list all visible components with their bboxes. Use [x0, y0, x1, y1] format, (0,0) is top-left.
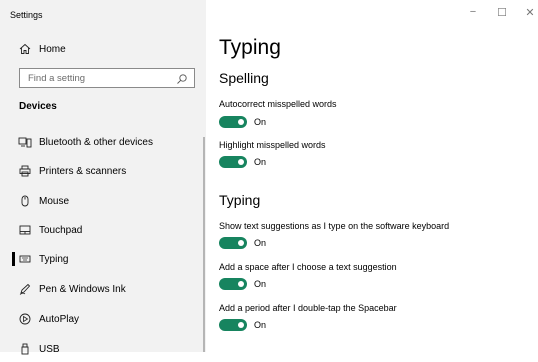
sidebar-scrollbar[interactable] — [203, 137, 205, 352]
add-period-label: Add a period after I double-tap the Spac… — [219, 303, 397, 313]
sidebar: Settings Home Find a setting Devices Blu… — [0, 0, 206, 355]
add-space-label: Add a space after I choose a text sugges… — [219, 262, 397, 272]
home-icon — [18, 42, 32, 56]
text-suggestions-label: Show text suggestions as I type on the s… — [219, 221, 450, 231]
autoplay-icon — [18, 312, 32, 326]
search-placeholder: Find a setting — [28, 72, 86, 84]
search-icon — [176, 72, 188, 84]
keyboard-icon — [18, 252, 32, 266]
highlight-state: On — [254, 157, 267, 167]
highlight-toggle[interactable] — [219, 156, 247, 168]
sidebar-item-typing[interactable]: Typing — [0, 246, 206, 272]
sidebar-item-label: Bluetooth & other devices — [39, 136, 153, 148]
pen-icon — [18, 282, 32, 296]
add-space-toggle[interactable] — [219, 278, 247, 290]
toggle-knob — [238, 119, 244, 125]
add-period-toggle[interactable] — [219, 319, 247, 331]
highlight-label: Highlight misspelled words — [219, 140, 326, 150]
sidebar-item-label: AutoPlay — [39, 313, 80, 325]
sidebar-item-touchpad[interactable]: Touchpad — [0, 217, 206, 243]
page-title: Typing — [219, 36, 281, 59]
text-suggestions-state: On — [254, 238, 267, 248]
sidebar-item-label: Typing — [39, 253, 69, 265]
printer-icon — [18, 164, 32, 178]
sidebar-item-printers[interactable]: Printers & scanners — [0, 158, 206, 184]
spelling-heading: Spelling — [219, 70, 269, 86]
text-suggestions-toggle[interactable] — [219, 237, 247, 249]
add-period-state: On — [254, 320, 267, 330]
toggle-knob — [238, 159, 244, 165]
sidebar-item-label: Printers & scanners — [39, 165, 127, 177]
bluetooth-devices-icon — [18, 135, 32, 149]
sidebar-item-pen[interactable]: Pen & Windows Ink — [0, 276, 206, 302]
sidebar-item-label: Pen & Windows Ink — [39, 283, 126, 295]
autocorrect-label: Autocorrect misspelled words — [219, 99, 337, 109]
typing-heading: Typing — [219, 192, 261, 208]
mouse-icon — [18, 194, 32, 208]
toggle-knob — [238, 322, 244, 328]
sidebar-item-label: Home — [39, 43, 66, 55]
app-title: Settings — [10, 10, 43, 20]
add-space-state: On — [254, 279, 267, 289]
sidebar-item-mouse[interactable]: Mouse — [0, 188, 206, 214]
sidebar-item-label: Touchpad — [39, 224, 83, 236]
minimize-button[interactable]: − — [466, 6, 480, 18]
touchpad-icon — [18, 223, 32, 237]
sidebar-item-label: Mouse — [39, 195, 70, 207]
maximize-button[interactable]: ☐ — [495, 6, 509, 19]
autocorrect-toggle[interactable] — [219, 116, 247, 128]
sidebar-item-home[interactable]: Home — [0, 36, 206, 62]
toggle-knob — [238, 281, 244, 287]
usb-icon — [18, 342, 32, 356]
sidebar-item-label: USB — [39, 343, 60, 355]
main-content: − ☐ ✕ Typing Spelling Autocorrect misspe… — [206, 0, 538, 352]
toggle-knob — [238, 240, 244, 246]
search-input[interactable]: Find a setting — [19, 68, 195, 88]
sidebar-item-usb[interactable]: USB — [0, 336, 206, 362]
sidebar-item-autoplay[interactable]: AutoPlay — [0, 306, 206, 332]
close-button[interactable]: ✕ — [523, 6, 537, 19]
autocorrect-state: On — [254, 117, 267, 127]
sidebar-item-bluetooth[interactable]: Bluetooth & other devices — [0, 129, 206, 155]
section-header: Devices — [19, 101, 57, 112]
